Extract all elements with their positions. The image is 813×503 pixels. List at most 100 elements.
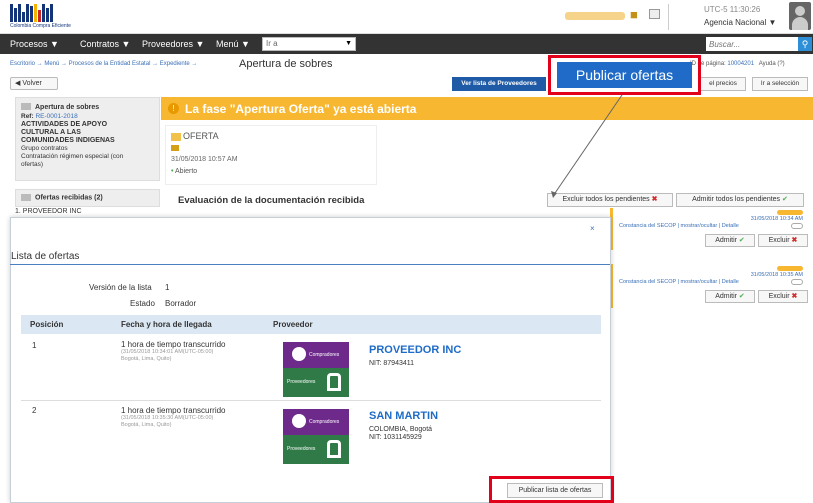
go-to-selection-button[interactable]: Ir a selección — [752, 77, 808, 91]
nav-menu[interactable]: Menú ▼ — [216, 39, 250, 49]
admit-label: Admitir — [715, 293, 737, 300]
toggle-switch[interactable] — [791, 279, 803, 285]
publish-offers-list-button[interactable]: Publicar lista de ofertas — [507, 483, 603, 498]
exclude-button[interactable]: Excluir ✖ — [758, 234, 808, 247]
buyers-label: Compradores — [309, 419, 340, 425]
modality-line-1: Contratación régimen especial (con — [21, 153, 124, 160]
nav-proveedores[interactable]: Proveedores ▼ — [142, 39, 204, 49]
notification-icon[interactable]: ■ — [630, 7, 638, 22]
ref-label: Ref: — [21, 113, 34, 120]
row-position: 2 — [32, 406, 37, 415]
server-time: UTC-5 11:30:26 — [704, 5, 761, 14]
nav-contratos[interactable]: Contratos ▼ — [80, 39, 130, 49]
search-icon[interactable]: ⚲ — [798, 37, 812, 51]
logo-text: Colombia Compra Eficiente — [10, 23, 71, 29]
state-label: Estado — [130, 299, 155, 308]
offer-envelope-state: • Abierto — [171, 168, 197, 175]
exclude-all-pending-button[interactable]: Excluir todos los pendientes ✖ — [547, 193, 673, 207]
received-offer-item[interactable]: 1. PROVEEDOR INC — [15, 208, 82, 215]
agency-selector[interactable]: Agencia Nacional ▼ — [704, 18, 776, 27]
activity-line-3: COMUNIDADES INDIGENAS — [21, 137, 115, 144]
status-badge — [777, 210, 803, 215]
colombia-compra-logo[interactable]: Colombia Compra Eficiente — [10, 4, 71, 30]
provider-name-link[interactable]: PROVEEDOR INC — [369, 344, 461, 356]
close-icon: ✖ — [651, 196, 658, 203]
row-arrival-timezone: Bogotá, Lima, Quito) — [121, 422, 172, 428]
person-icon — [292, 347, 306, 361]
agency-label: Agencia Nacional — [704, 18, 767, 27]
modality-line-2: ofertas) — [21, 161, 44, 168]
close-icon: ✖ — [791, 293, 798, 300]
toggle-switch[interactable] — [791, 223, 803, 229]
buyers-label: Compradores — [309, 352, 340, 358]
info-icon: ! — [168, 103, 179, 114]
offer-date: 31/05/2018 10:35 AM — [750, 272, 803, 278]
page-title: Apertura de sobres — [239, 58, 333, 70]
view-supplier-list-button[interactable]: Ver lista de Proveedores — [452, 77, 546, 91]
column-provider: Proveedor — [273, 320, 313, 329]
user-name-blurred[interactable] — [565, 12, 625, 20]
ref-value[interactable]: RE-0001-2018 — [35, 113, 77, 120]
page-id-value: 10004201 — [727, 61, 755, 67]
folder-icon — [171, 132, 181, 141]
offer-evaluation-row: 31/05/2018 10:34 AM Constancia del SECOP… — [610, 208, 813, 250]
exclude-button[interactable]: Excluir ✖ — [758, 290, 808, 303]
publish-offers-callout: Publicar ofertas — [548, 55, 701, 95]
row-arrival-time: 1 hora de tiempo transcurrido — [121, 406, 226, 415]
secop-provider-logo: Compradores Proveedores — [283, 409, 349, 464]
user-avatar[interactable] — [789, 2, 811, 30]
close-icon: ✖ — [791, 237, 798, 244]
version-value: 1 — [165, 283, 170, 292]
banner-text: La fase "Apertura Oferta" ya está abiert… — [185, 102, 417, 116]
process-summary-card: Apertura de sobres Ref: RE-0001-2018 ACT… — [15, 97, 160, 181]
received-offers-label: Ofertas recibidas (2) — [35, 194, 103, 202]
global-search-input[interactable] — [706, 37, 798, 51]
offer-envelope-label: OFERTA — [183, 131, 219, 141]
modal-title: Lista de ofertas — [11, 251, 80, 262]
offer-envelope-state-label: Abierto — [175, 168, 198, 175]
row-arrival-timestamp: (31/05/2018 10:35:30 AM(UTC-05:00) — [121, 415, 214, 421]
buyers-panel: Compradores — [283, 409, 349, 435]
check-icon: ✔ — [738, 293, 745, 300]
admit-button[interactable]: Admitir ✔ — [705, 234, 755, 247]
process-group: Grupo contratos — [21, 145, 68, 152]
offer-links[interactable]: Constancia del SECOP | mostrar/ocultar |… — [619, 223, 739, 229]
admit-all-label: Admitir todos los pendientes — [692, 196, 781, 203]
help-link[interactable]: Ayuda (?) — [759, 61, 785, 67]
go-to-dropdown[interactable]: Ir a ▼ — [262, 37, 356, 51]
buyers-panel: Compradores — [283, 342, 349, 368]
activity-line-2: CULTURAL A LAS — [21, 129, 81, 136]
breadcrumb[interactable]: Escritorio → Menú → Procesos de la Entid… — [10, 61, 197, 67]
messages-icon[interactable] — [649, 9, 660, 19]
check-icon: ✔ — [782, 196, 788, 203]
offer-evaluation-row: 31/05/2018 10:35 AM Constancia del SECOP… — [610, 264, 813, 308]
secop-provider-logo: Compradores Proveedores — [283, 342, 349, 397]
person-icon — [292, 414, 306, 428]
back-button[interactable]: ◀ Volver — [10, 77, 58, 90]
exclude-label: Excluir — [768, 293, 790, 300]
version-label: Versión de la lista — [89, 283, 152, 292]
main-navbar: Procesos ▼ Contratos ▼ Proveedores ▼ Men… — [0, 34, 813, 54]
modal-title-divider — [10, 264, 610, 265]
go-to-label: Ir a — [266, 39, 278, 48]
edit-icon[interactable] — [171, 145, 179, 151]
list-icon — [21, 194, 31, 201]
publish-offers-button[interactable]: Publicar ofertas — [557, 62, 692, 88]
admit-all-pending-button[interactable]: Admitir todos los pendientes ✔ — [676, 193, 804, 207]
prices-button[interactable]: el precios — [700, 77, 746, 91]
exclude-label: Excluir — [768, 237, 790, 244]
admit-label: Admitir — [715, 237, 737, 244]
logo-bars — [10, 4, 70, 22]
admit-button[interactable]: Admitir ✔ — [705, 290, 755, 303]
table-header: Posición Fecha y hora de llegada Proveed… — [21, 315, 601, 334]
provider-name-link[interactable]: SAN MARTIN — [369, 410, 438, 422]
row-arrival-timezone: Bogotá, Lima, Quito) — [121, 356, 172, 362]
nav-procesos[interactable]: Procesos ▼ — [10, 39, 59, 49]
close-icon[interactable]: × — [590, 224, 595, 233]
offer-envelope-card[interactable]: OFERTA 31/05/2018 10:57 AM • Abierto — [165, 125, 377, 185]
column-arrival: Fecha y hora de llegada — [121, 320, 212, 329]
check-icon: ✔ — [738, 237, 745, 244]
received-offers-header[interactable]: Ofertas recibidas (2) — [15, 189, 160, 207]
back-arrow-icon: ◀ — [15, 80, 21, 87]
offer-links[interactable]: Constancia del SECOP | mostrar/ocultar |… — [619, 279, 739, 285]
